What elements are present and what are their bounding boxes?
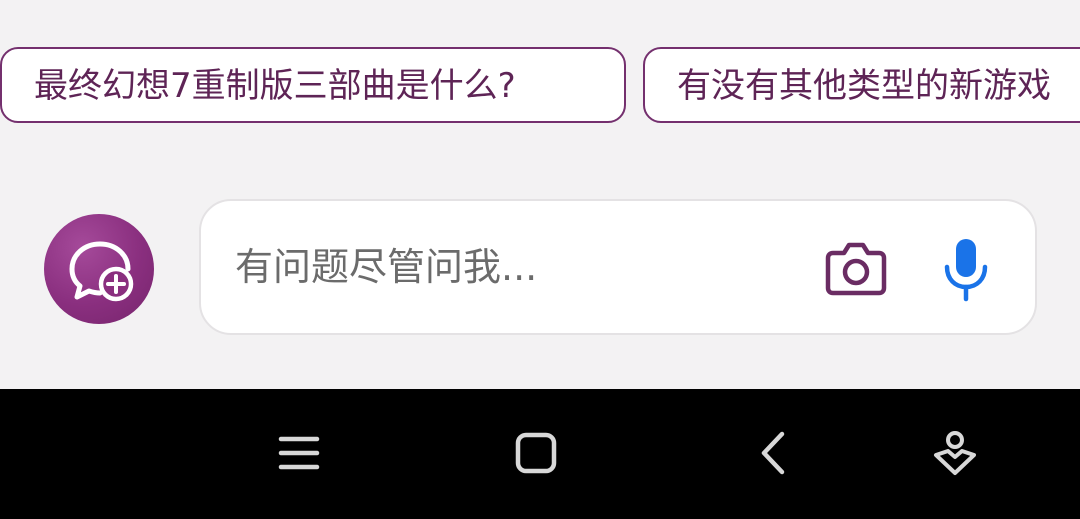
home-button[interactable]: [512, 429, 560, 477]
system-navigation-bar: [0, 389, 1080, 519]
assistant-icon: [934, 431, 976, 475]
new-chat-button[interactable]: [44, 214, 154, 324]
recent-apps-icon: [278, 436, 320, 470]
microphone-icon: [944, 239, 988, 302]
recent-apps-button[interactable]: [275, 429, 323, 477]
chat-screen: 最终幻想7重制版三部曲是什么? 有没有其他类型的新游戏 有问题尽管问我...: [0, 0, 1080, 389]
back-icon: [761, 431, 785, 475]
back-button[interactable]: [750, 429, 798, 477]
suggestion-chip[interactable]: 最终幻想7重制版三部曲是什么?: [0, 47, 626, 123]
home-icon: [515, 432, 557, 474]
assistant-button[interactable]: [930, 429, 978, 477]
chat-input-box[interactable]: 有问题尽管问我...: [199, 199, 1037, 335]
camera-icon: [825, 242, 887, 296]
microphone-button[interactable]: [941, 237, 991, 303]
chat-bubble-plus-icon: [69, 241, 134, 302]
camera-button[interactable]: [825, 239, 887, 297]
suggestion-chip[interactable]: 有没有其他类型的新游戏: [643, 47, 1080, 123]
chat-input-placeholder: 有问题尽管问我...: [235, 245, 538, 289]
